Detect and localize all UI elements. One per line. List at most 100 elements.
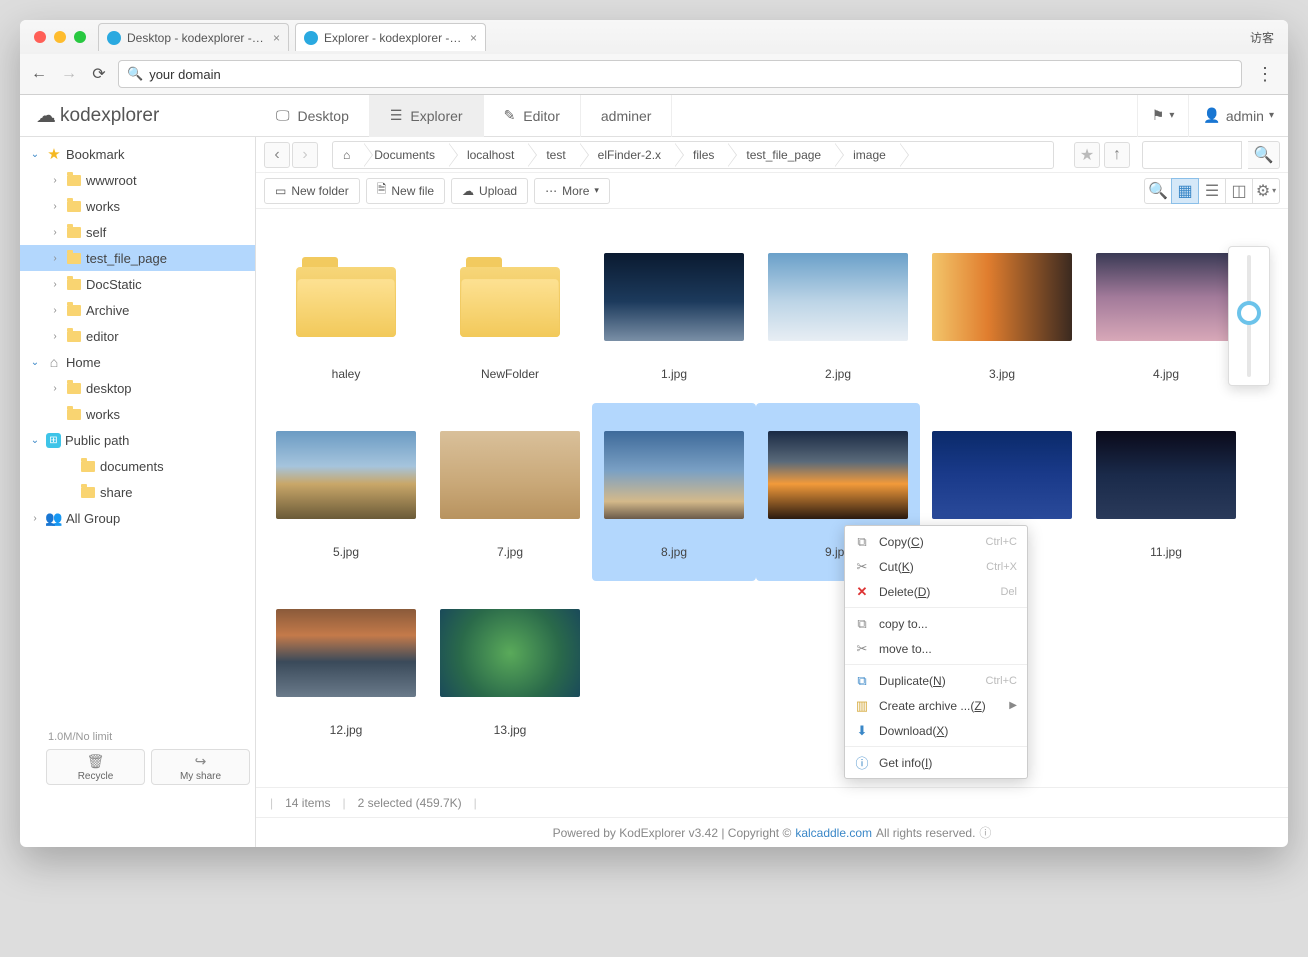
browser-tab-desktop[interactable]: Desktop - kodexplorer - Powe ×: [98, 23, 289, 51]
tree-item-works[interactable]: ›works: [20, 193, 255, 219]
search-input[interactable]: [1142, 141, 1242, 169]
file-item-7.jpg[interactable]: 7.jpg: [428, 403, 592, 581]
file-item-8.jpg[interactable]: 8.jpg: [592, 403, 756, 581]
tree-item-wwwroot[interactable]: ›wwwroot: [20, 167, 255, 193]
cm-copy[interactable]: ⧉Copy(C)Ctrl+C: [845, 529, 1027, 554]
quota-label: 1.0M/No limit: [40, 729, 256, 745]
file-item-12.jpg[interactable]: 12.jpg: [264, 581, 428, 759]
cm-cut[interactable]: ✂Cut(K)Ctrl+X: [845, 554, 1027, 579]
myshare-button[interactable]: ↪My share: [151, 749, 250, 785]
tree-item-share[interactable]: share: [20, 479, 255, 505]
back-icon[interactable]: ←: [28, 63, 50, 85]
notifications-button[interactable]: ⚑▾: [1137, 95, 1189, 137]
reload-icon[interactable]: ⟳: [88, 63, 110, 85]
file-item-13.jpg[interactable]: 13.jpg: [428, 581, 592, 759]
tab-explorer[interactable]: ☰Explorer: [370, 95, 484, 137]
cm-download[interactable]: ⬇Download(X): [845, 718, 1027, 743]
context-menu: ⧉Copy(C)Ctrl+C ✂Cut(K)Ctrl+X ✕Delete(D)D…: [844, 525, 1028, 779]
minimize-window-icon[interactable]: [54, 31, 66, 43]
cm-info[interactable]: ⓘGet info(I): [845, 750, 1027, 775]
footer: Powered by KodExplorer v3.42 | Copyright…: [256, 817, 1288, 847]
tree-item-Archive[interactable]: ›Archive: [20, 297, 255, 323]
footer-link[interactable]: kalcaddle.com: [795, 826, 872, 840]
copy-icon: ⧉: [855, 534, 869, 550]
address-bar[interactable]: 🔍: [118, 60, 1242, 88]
zoom-track[interactable]: [1247, 255, 1251, 377]
cm-delete[interactable]: ✕Delete(D)Del: [845, 579, 1027, 604]
new-folder-button[interactable]: ▭New folder: [264, 178, 360, 204]
zoom-slider-popup[interactable]: [1228, 246, 1270, 386]
crumb-localhost[interactable]: localhost: [449, 142, 528, 168]
file-view[interactable]: haleyNewFolder1.jpg2.jpg3.jpg4.jpg 5.jpg7…: [256, 209, 1288, 787]
explorer-icon: ☰: [390, 107, 403, 124]
tree-item-editor[interactable]: ›editor: [20, 323, 255, 349]
path-back-button[interactable]: ‹: [264, 142, 290, 168]
tree-item-documents[interactable]: documents: [20, 453, 255, 479]
crumb-test_file_page[interactable]: test_file_page: [728, 142, 835, 168]
recycle-button[interactable]: 🗑Recycle: [46, 749, 145, 785]
cm-moveto[interactable]: ✂move to...: [845, 636, 1027, 661]
tree-bookmark[interactable]: ⌄★Bookmark: [20, 141, 255, 167]
maximize-window-icon[interactable]: [74, 31, 86, 43]
tree-item-desktop[interactable]: ›desktop: [20, 375, 255, 401]
crumb-home[interactable]: ⌂: [333, 142, 364, 168]
tree-item-DocStatic[interactable]: ›DocStatic: [20, 271, 255, 297]
tab-editor[interactable]: ✎Editor: [484, 95, 581, 137]
folder-icon: [80, 458, 96, 474]
search-button[interactable]: 🔍: [1248, 141, 1280, 169]
file-item-haley[interactable]: haley: [264, 225, 428, 403]
delete-icon: ✕: [855, 584, 869, 600]
file-item-3.jpg[interactable]: 3.jpg: [920, 225, 1084, 403]
up-button[interactable]: ↑: [1104, 142, 1130, 168]
file-item-NewFolder[interactable]: NewFolder: [428, 225, 592, 403]
tab-desktop[interactable]: 🖵Desktop: [256, 95, 370, 137]
cm-duplicate[interactable]: ⧉Duplicate(N)Ctrl+C: [845, 668, 1027, 693]
tree-item-self[interactable]: ›self: [20, 219, 255, 245]
image-thumbnail: [440, 431, 580, 519]
file-item-4.jpg[interactable]: 4.jpg: [1084, 225, 1248, 403]
tab-adminer[interactable]: adminer: [581, 95, 673, 137]
more-button[interactable]: ⋯More▾: [534, 178, 610, 204]
copy-icon: ⧉: [855, 616, 869, 632]
tree-public[interactable]: ⌄⊞Public path: [20, 427, 255, 453]
file-item-5.jpg[interactable]: 5.jpg: [264, 403, 428, 581]
upload-button[interactable]: ☁Upload: [451, 178, 528, 204]
cm-copyto[interactable]: ⧉copy to...: [845, 611, 1027, 636]
close-window-icon[interactable]: [34, 31, 46, 43]
view-columns-button[interactable]: ◫: [1225, 178, 1253, 204]
star-button[interactable]: ★: [1074, 142, 1100, 168]
folder-icon: [66, 224, 82, 240]
folder-icon: [66, 172, 82, 188]
file-item-2.jpg[interactable]: 2.jpg: [756, 225, 920, 403]
view-grid-button[interactable]: ▦: [1171, 178, 1199, 204]
cm-archive[interactable]: ▥Create archive ...(Z)▶: [845, 693, 1027, 718]
settings-button[interactable]: ⚙▾: [1252, 178, 1280, 204]
zoom-handle[interactable]: [1237, 301, 1261, 325]
forward-icon[interactable]: →: [58, 63, 80, 85]
browser-tab-explorer[interactable]: Explorer - kodexplorer - Powe ×: [295, 23, 486, 51]
zoom-button[interactable]: 🔍: [1144, 178, 1172, 204]
tree-item-works[interactable]: works: [20, 401, 255, 427]
address-input[interactable]: [149, 67, 1233, 82]
file-name: 12.jpg: [330, 723, 363, 737]
browser-menu-icon[interactable]: ⋮: [1250, 64, 1280, 85]
close-tab-icon[interactable]: ×: [470, 31, 477, 45]
file-item-1.jpg[interactable]: 1.jpg: [592, 225, 756, 403]
tree-item-test_file_page[interactable]: ›test_file_page: [20, 245, 255, 271]
file-item-11.jpg[interactable]: 11.jpg: [1084, 403, 1248, 581]
info-icon[interactable]: ⓘ: [979, 824, 991, 841]
crumb-image[interactable]: image: [835, 142, 900, 168]
user-menu[interactable]: 👤admin▾: [1188, 95, 1288, 137]
tree-home[interactable]: ⌄⌂Home: [20, 349, 255, 375]
editor-icon: ✎: [504, 107, 516, 124]
crumb-Documents[interactable]: Documents: [364, 142, 449, 168]
close-tab-icon[interactable]: ×: [273, 31, 280, 45]
tree-allgroup[interactable]: ›👥All Group: [20, 505, 255, 531]
path-bar: ‹ › ⌂ DocumentslocalhosttestelFinder-2.x…: [256, 137, 1288, 173]
crumb-elFinder-2.x[interactable]: elFinder-2.x: [580, 142, 675, 168]
app-logo[interactable]: ☁ kodexplorer: [20, 103, 256, 128]
path-forward-button[interactable]: ›: [292, 142, 318, 168]
new-file-button[interactable]: 🗎New file: [366, 178, 445, 204]
view-list-button[interactable]: ☰: [1198, 178, 1226, 204]
favicon-icon: [107, 31, 121, 45]
